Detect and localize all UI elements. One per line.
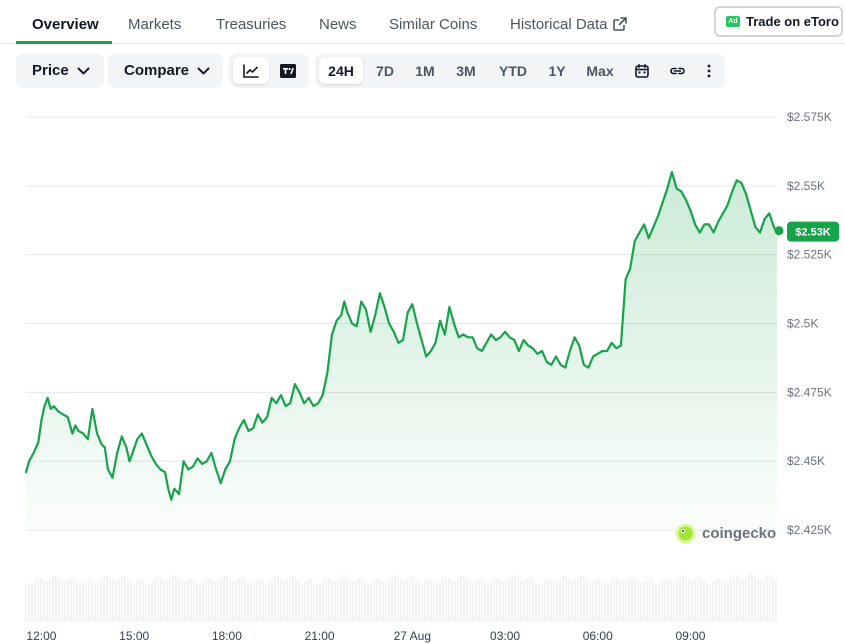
range-max[interactable]: Max [577, 57, 623, 84]
coingecko-logo-icon [675, 523, 696, 544]
y-tick-label: $2.475K [787, 385, 832, 399]
tab-historical-data[interactable]: Historical Data [510, 16, 627, 33]
x-tick-label: 18:00 [212, 629, 242, 643]
calendar-icon [635, 63, 649, 78]
current-price-dot [774, 226, 784, 236]
price-dropdown-label: Price [32, 62, 69, 79]
y-axis-ticks: $2.425K $2.45K $2.475K $2.5K $2.525K $2.55K $2… [787, 110, 832, 537]
y-tick-label: $2.45K [787, 454, 825, 468]
tab-treasuries[interactable]: Treasuries [216, 16, 286, 33]
tradingview-icon [280, 63, 296, 78]
tab-historical-data-label: Historical Data [510, 16, 608, 33]
ad-badge: Ad [726, 16, 740, 27]
range-3m[interactable]: 3M [447, 57, 485, 84]
y-tick-label: $2.525K [787, 248, 832, 262]
tab-news[interactable]: News [319, 16, 357, 33]
price-chart: $2.425K $2.45K $2.475K $2.5K $2.525K $2.55K $2… [24, 110, 839, 643]
chevron-down-icon [197, 67, 210, 74]
chevron-down-icon [77, 67, 90, 74]
volume-bars [25, 573, 777, 622]
range-ytd[interactable]: YTD [489, 57, 537, 84]
y-tick-label: $2.575K [787, 110, 832, 124]
line-chart-button[interactable] [233, 57, 269, 84]
coingecko-wordmark: coingecko [702, 525, 777, 542]
share-link-button[interactable] [661, 57, 693, 84]
range-1y[interactable]: 1Y [541, 57, 573, 84]
x-tick-label: 15:00 [119, 629, 149, 643]
price-dropdown[interactable]: Price [16, 53, 104, 88]
x-tick-label: 09:00 [675, 629, 705, 643]
tradingview-button[interactable] [271, 57, 305, 84]
compare-dropdown[interactable]: Compare [108, 53, 223, 88]
y-tick-label: $2.55K [787, 179, 825, 193]
range-24h[interactable]: 24H [319, 57, 363, 84]
tab-markets[interactable]: Markets [128, 16, 181, 33]
y-tick-label: $2.425K [787, 523, 832, 537]
x-tick-label: 06:00 [583, 629, 613, 643]
line-chart-icon [243, 63, 259, 78]
price-area-fill [26, 172, 777, 530]
more-options-button[interactable] [697, 57, 721, 84]
tab-overview[interactable]: Overview [32, 16, 99, 33]
x-tick-label: 12:00 [26, 629, 56, 643]
current-price-label: $2.53K [795, 227, 831, 239]
current-price-marker: $2.53K [774, 221, 839, 242]
range-toolbar: 24H 7D 1M 3M YTD 1Y Max [315, 53, 725, 88]
active-tab-indicator [16, 41, 112, 44]
external-link-icon [612, 17, 627, 31]
trade-on-etoro-label: Trade on eToro [746, 14, 839, 29]
chart-type-toggle [229, 53, 309, 88]
x-tick-label: 27 Aug [394, 629, 431, 643]
x-tick-label: 21:00 [305, 629, 335, 643]
range-1m[interactable]: 1M [407, 57, 443, 84]
more-vertical-icon [707, 64, 711, 77]
compare-dropdown-label: Compare [124, 62, 190, 79]
y-tick-label: $2.5K [787, 317, 818, 331]
calendar-button[interactable] [627, 57, 657, 84]
coingecko-watermark: coingecko [675, 523, 776, 544]
range-7d[interactable]: 7D [367, 57, 403, 84]
trade-on-etoro-button[interactable]: Ad Trade on eToro [714, 6, 843, 37]
x-axis-ticks: 12:00 15:00 18:00 21:00 27 Aug 03:00 06:00 09:0… [26, 629, 705, 643]
link-icon [669, 67, 685, 74]
tab-similar-coins[interactable]: Similar Coins [389, 16, 477, 33]
x-tick-label: 03:00 [490, 629, 520, 643]
